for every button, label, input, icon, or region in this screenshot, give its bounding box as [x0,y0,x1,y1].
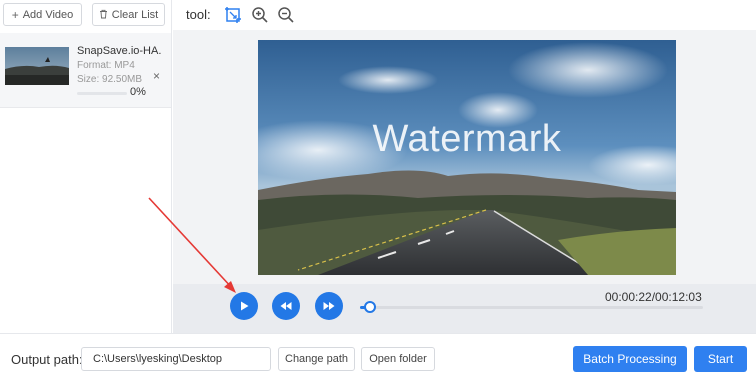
output-bar: Output path: Change path Open folder Bat… [0,333,756,383]
change-path-button[interactable]: Change path [278,347,355,371]
fast-forward-button[interactable] [315,292,343,320]
video-thumbnail [5,47,69,85]
batch-processing-button[interactable]: Batch Processing [573,346,687,372]
trash-icon [99,9,108,21]
start-button[interactable]: Start [694,346,747,372]
remove-file-icon[interactable]: × [153,70,160,82]
zoom-in-icon[interactable] [251,6,269,24]
file-format: Format: MP4 [77,60,135,71]
player-controls: 00:00:22/00:12:03 [173,284,756,333]
plus-icon: + [11,7,19,22]
watermark-overlay-text[interactable]: Watermark [258,118,676,161]
output-path-input[interactable] [81,347,271,371]
toolbar: tool: [173,0,756,30]
preview-area: Watermark [173,30,756,284]
file-size: Size: 92.50MB [77,74,143,85]
seek-handle[interactable] [364,301,377,313]
file-progress-text: 0% [130,86,146,98]
add-video-button[interactable]: + Add Video [3,3,82,26]
output-path-label: Output path: [11,352,83,367]
play-icon [241,301,249,311]
open-folder-button[interactable]: Open folder [361,347,435,371]
file-list-item[interactable]: SnapSave.io-HA... Format: MP4 Size: 92.5… [0,33,171,108]
playback-time: 00:00:22/00:12:03 [605,290,702,304]
play-button[interactable] [230,292,258,320]
seek-bar[interactable] [360,306,703,309]
fast-forward-icon [323,302,335,310]
video-preview[interactable]: Watermark [258,40,676,275]
file-progress-bar [77,92,127,95]
add-video-label: Add Video [22,8,74,21]
rewind-button[interactable] [272,292,300,320]
tool-label: tool: [186,7,211,22]
zoom-out-icon[interactable] [277,6,295,24]
clear-list-button[interactable]: Clear List [92,3,165,26]
file-list-panel: + Add Video Clear List SnapSave.io-HA... [0,0,172,333]
file-name: SnapSave.io-HA... [77,45,161,57]
crop-icon[interactable] [224,6,242,24]
clear-list-label: Clear List [111,8,159,21]
rewind-icon [280,302,292,310]
